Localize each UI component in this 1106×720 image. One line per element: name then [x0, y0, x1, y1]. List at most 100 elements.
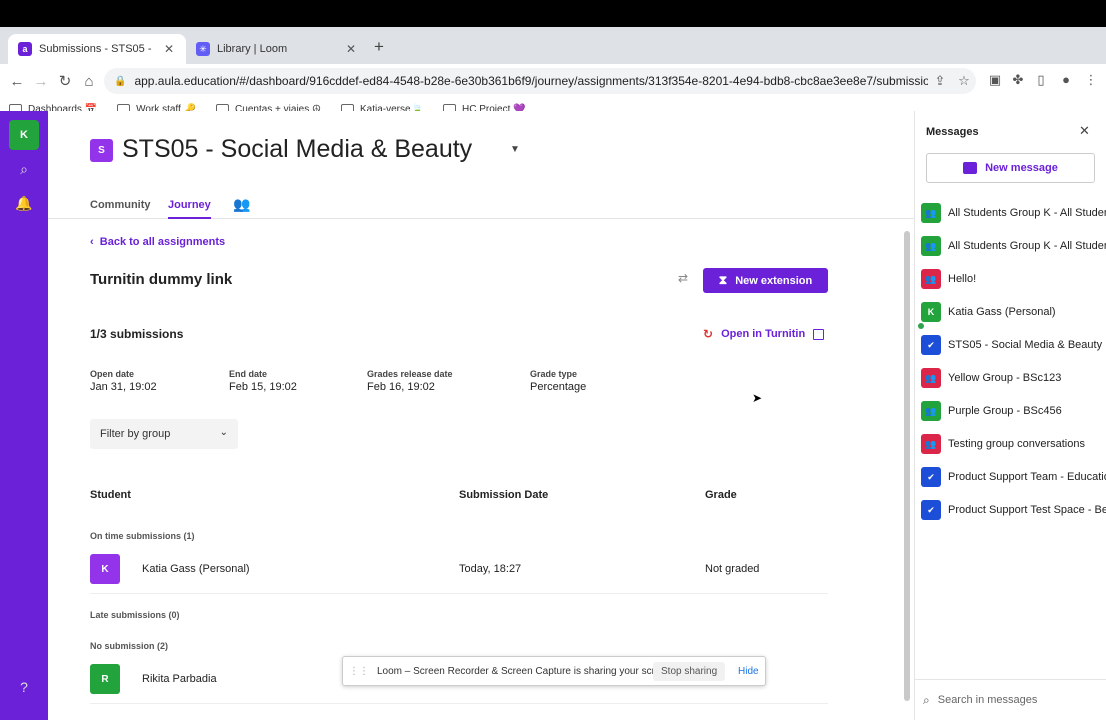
open-in-turnitin-link[interactable]: ↻ Open in Turnitin [703, 327, 825, 341]
conversation-name: Purple Group - BSc456 [948, 405, 1062, 417]
conversation-name: Hello! [948, 273, 977, 285]
address-bar[interactable]: 🔒 app.aula.education/#/dashboard/916cdde… [104, 68, 976, 94]
meta-grade-type: Grade type Percentage [530, 369, 586, 393]
meta-value: Percentage [530, 381, 587, 393]
conversation-item[interactable]: ✔ Product Support Test Space - Beauty [921, 499, 1106, 521]
new-extension-button[interactable]: ⧗ New extension [703, 268, 828, 293]
conversation-item[interactable]: 👥 Hello! [921, 268, 1106, 290]
tab-strip: a Submissions - STS05 - Social M ✕ ✳ Lib… [0, 27, 1106, 64]
reload-icon[interactable]: ↻ [53, 72, 77, 90]
messages-search-input[interactable]: ⌕ Search in messages [915, 679, 1106, 720]
course-title[interactable]: STS05 - Social Media & Beauty [122, 135, 472, 164]
share-icon[interactable]: ⇪ [928, 73, 952, 89]
conversation-item[interactable]: 👥 All Students Group K - All Students [921, 235, 1106, 257]
external-link-icon [813, 328, 825, 340]
avatar-icon: K [921, 302, 941, 322]
sidepanel-icon[interactable]: ▯ [1032, 72, 1050, 90]
conversation-item[interactable]: 👥 All Students Group K - All Students [921, 202, 1106, 224]
stop-sharing-button[interactable]: Stop sharing [653, 662, 726, 681]
loom-sharing-banner: ⋮⋮ Loom – Screen Recorder & Screen Captu… [342, 656, 766, 686]
column-header-student: Student [90, 489, 131, 501]
browser-tab-submissions[interactable]: a Submissions - STS05 - Social M ✕ [8, 34, 186, 64]
back-arrow-icon[interactable]: ← [5, 73, 29, 90]
section-late: Late submissions (0) [90, 610, 180, 620]
shield-icon: ✔ [921, 500, 941, 520]
close-icon[interactable]: ✕ [344, 42, 358, 56]
aula-app: K ⌕ 🔔 ? S STS05 - Social Media & Beauty … [0, 111, 1106, 720]
sharing-text: Loom – Screen Recorder & Screen Capture … [377, 665, 675, 677]
close-icon[interactable]: ✕ [1079, 123, 1090, 139]
student-name: Rikita Parbadia [142, 673, 217, 685]
new-message-label: New message [985, 162, 1058, 174]
loom-extension-icon[interactable]: ▣ [986, 72, 1004, 90]
section-on-time: On time submissions (1) [90, 531, 195, 541]
people-icon[interactable]: 👥 [233, 196, 250, 213]
bell-icon[interactable]: 🔔 [14, 195, 34, 212]
tab-title: Submissions - STS05 - Social M [39, 43, 154, 55]
table-row[interactable]: K Katia Gass (Personal) Today, 18:27 Not… [90, 554, 828, 594]
conversation-name: Product Support Test Space - Beauty [948, 504, 1106, 516]
submissions-count: 1/3 submissions [90, 327, 184, 341]
online-status-dot [918, 323, 924, 329]
group-icon: 👥 [921, 368, 941, 388]
drag-handle-icon[interactable]: ⋮⋮ [349, 666, 369, 677]
star-icon[interactable]: ☆ [952, 73, 976, 89]
meta-label: Open date [90, 369, 135, 379]
main-content: S STS05 - Social Media & Beauty ▼ Commun… [48, 111, 914, 720]
assignment-title: Turnitin dummy link [90, 271, 233, 288]
hide-button[interactable]: Hide [738, 666, 759, 677]
student-name: Katia Gass (Personal) [142, 563, 250, 575]
home-icon[interactable]: ⌂ [77, 73, 101, 90]
back-link-label: Back to all assignments [99, 236, 226, 248]
conversation-item[interactable]: K Katia Gass (Personal) [921, 301, 1106, 323]
tab-journey[interactable]: Journey [168, 199, 211, 219]
search-placeholder: Search in messages [937, 694, 1038, 706]
user-avatar[interactable]: K [9, 120, 39, 150]
conversation-item[interactable]: ✔ STS05 - Social Media & Beauty [921, 334, 1106, 356]
column-header-submission-date: Submission Date [459, 489, 549, 501]
hourglass-icon: ⧗ [718, 273, 728, 287]
new-tab-button[interactable]: + [374, 37, 384, 57]
shield-icon: ✔ [921, 335, 941, 355]
turnitin-label: Open in Turnitin [721, 328, 806, 340]
message-bubble-icon [963, 162, 978, 174]
group-icon: 👥 [921, 401, 941, 421]
page-tabs: Community Journey 👥 [48, 191, 914, 219]
aula-icon: a [18, 42, 32, 56]
search-icon[interactable]: ⌕ [14, 161, 34, 178]
chevron-down-icon[interactable]: ▼ [510, 144, 520, 155]
new-message-button[interactable]: New message [926, 153, 1095, 183]
forward-arrow-icon[interactable]: → [29, 73, 53, 90]
grade-value: Not graded [705, 563, 760, 575]
filter-by-group-select[interactable]: Filter by group ⌄ [90, 419, 238, 449]
menu-icon[interactable]: ⋮ [1082, 72, 1100, 90]
meta-grades-release-date: Grades release date Feb 16, 19:02 [367, 369, 453, 393]
course-badge: S [90, 139, 113, 162]
conversation-item[interactable]: 👥 Testing group conversations [921, 433, 1106, 455]
help-icon[interactable]: ? [14, 679, 34, 695]
conversation-name: Katia Gass (Personal) [948, 306, 1056, 318]
meta-end-date: End date Feb 15, 19:02 [229, 369, 297, 393]
browser-window: a Submissions - STS05 - Social M ✕ ✳ Lib… [0, 27, 1106, 720]
browser-tab-loom[interactable]: ✳ Library | Loom ✕ [186, 34, 368, 64]
conversation-item[interactable]: 👥 Purple Group - BSc456 [921, 400, 1106, 422]
tab-community[interactable]: Community [90, 199, 151, 211]
meta-open-date: Open date Jan 31, 19:02 [90, 369, 157, 393]
lock-icon: 🔒 [114, 75, 127, 87]
conversation-item[interactable]: ✔ Product Support Team - Education [921, 466, 1106, 488]
main-scrollbar[interactable] [904, 231, 910, 701]
chevron-down-icon: ⌄ [219, 427, 228, 438]
swap-icon[interactable]: ⇄ [678, 271, 688, 285]
column-header-grade: Grade [705, 489, 737, 501]
conversation-name: Testing group conversations [948, 438, 1085, 450]
conversation-item[interactable]: 👥 Yellow Group - BSc123 [921, 367, 1106, 389]
profile-avatar[interactable]: ● [1057, 72, 1075, 90]
shield-icon: ✔ [921, 467, 941, 487]
search-icon: ⌕ [923, 692, 930, 707]
messages-title: Messages [926, 126, 979, 138]
turnitin-icon: ↻ [703, 327, 714, 341]
close-icon[interactable]: ✕ [162, 42, 176, 56]
meta-label: Grade type [530, 369, 578, 379]
extensions-icon[interactable]: ✤ [1009, 72, 1027, 90]
back-to-assignments-link[interactable]: ‹ Back to all assignments [90, 236, 225, 248]
